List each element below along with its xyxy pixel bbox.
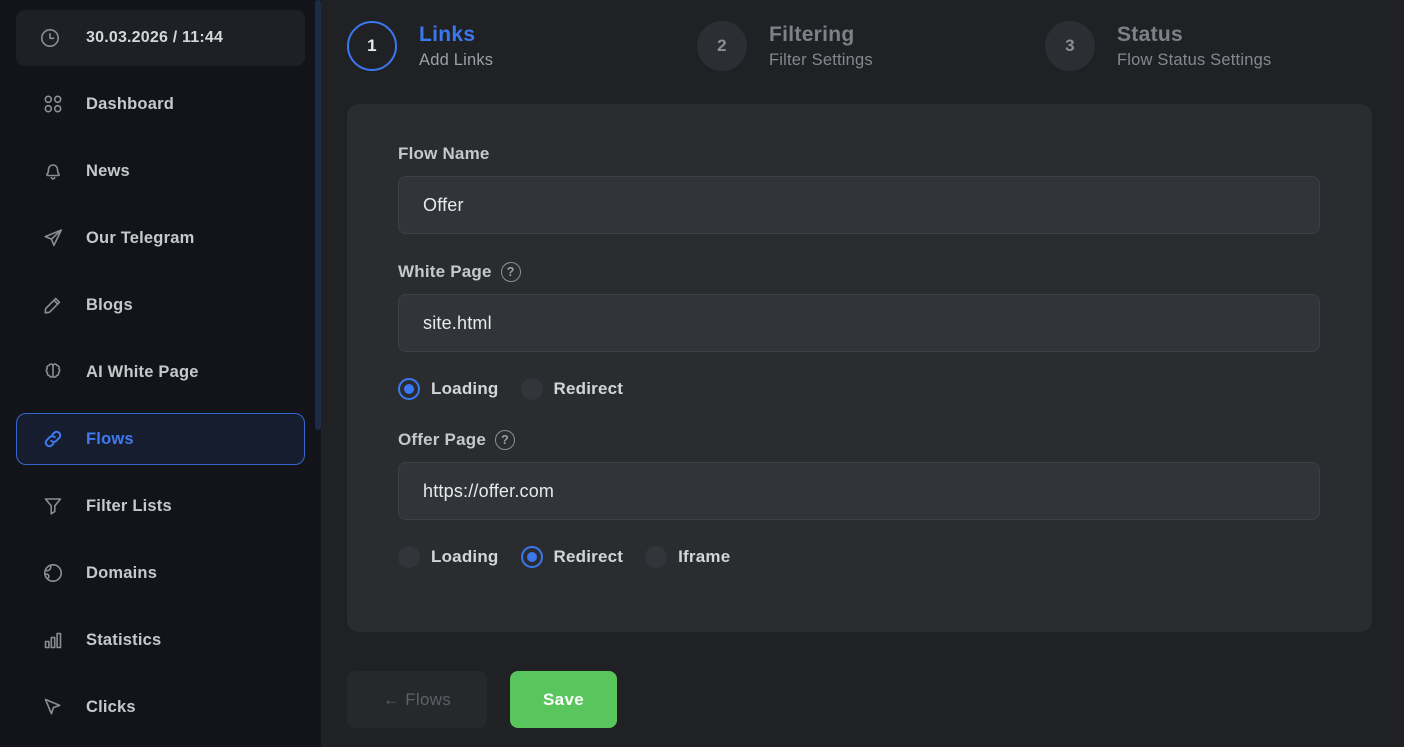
offer-page-input[interactable] bbox=[398, 462, 1320, 520]
datetime-text: 30.03.2026 / 11:44 bbox=[86, 29, 223, 47]
offer-page-mode-iframe[interactable]: Iframe bbox=[645, 546, 730, 568]
offer-page-label: Offer Page ? bbox=[398, 430, 1320, 450]
radio-unselected[interactable] bbox=[645, 546, 667, 568]
datetime-display: 30.03.2026 / 11:44 bbox=[16, 10, 305, 66]
funnel-icon bbox=[41, 494, 65, 518]
radio-selected[interactable] bbox=[521, 546, 543, 568]
sidebar-item-clicks[interactable]: Clicks bbox=[16, 681, 305, 733]
sidebar-item-ai-white-page[interactable]: AI White Page bbox=[16, 346, 305, 398]
step-number: 1 bbox=[347, 21, 397, 71]
white-page-mode-group: Loading Redirect bbox=[398, 378, 1320, 400]
help-icon[interactable]: ? bbox=[501, 262, 521, 282]
cursor-icon bbox=[41, 695, 65, 719]
sidebar-item-label: AI White Page bbox=[86, 363, 199, 382]
white-page-input[interactable] bbox=[398, 294, 1320, 352]
step-subtitle: Filter Settings bbox=[769, 48, 873, 72]
globe-icon bbox=[41, 561, 65, 585]
form-footer: ← Flows Save bbox=[347, 671, 1404, 728]
link-icon bbox=[41, 427, 65, 451]
white-page-mode-redirect[interactable]: Redirect bbox=[521, 378, 624, 400]
step-links[interactable]: 1 Links Add Links bbox=[347, 21, 493, 72]
sidebar-item-our-telegram[interactable]: Our Telegram bbox=[16, 212, 305, 264]
back-to-flows-button[interactable]: ← Flows bbox=[347, 671, 487, 728]
sidebar-item-label: News bbox=[86, 162, 130, 181]
radio-label: Redirect bbox=[554, 547, 624, 567]
sidebar-item-label: Filter Lists bbox=[86, 497, 172, 516]
step-subtitle: Flow Status Settings bbox=[1117, 48, 1271, 72]
white-page-mode-loading[interactable]: Loading bbox=[398, 378, 499, 400]
sidebar-item-domains[interactable]: Domains bbox=[16, 547, 305, 599]
sidebar-item-label: Flows bbox=[86, 430, 134, 449]
brain-icon bbox=[41, 360, 65, 384]
step-subtitle: Add Links bbox=[419, 48, 493, 72]
sidebar-item-label: Statistics bbox=[86, 631, 161, 650]
radio-label: Redirect bbox=[554, 379, 624, 399]
radio-label: Loading bbox=[431, 547, 499, 567]
main-content: 1 Links Add Links 2 Filtering Filter Set… bbox=[321, 0, 1404, 747]
flow-name-label: Flow Name bbox=[398, 144, 1320, 164]
sidebar-item-statistics[interactable]: Statistics bbox=[16, 614, 305, 666]
sidebar-item-dashboard[interactable]: Dashboard bbox=[16, 78, 305, 130]
offer-page-mode-group: Loading Redirect Iframe bbox=[398, 546, 1320, 568]
sidebar-item-label: Dashboard bbox=[86, 95, 174, 114]
flow-name-input[interactable] bbox=[398, 176, 1320, 234]
help-icon[interactable]: ? bbox=[495, 430, 515, 450]
radio-label: Iframe bbox=[678, 547, 730, 567]
step-number: 2 bbox=[697, 21, 747, 71]
step-filtering[interactable]: 2 Filtering Filter Settings bbox=[697, 21, 873, 72]
white-page-label: White Page ? bbox=[398, 262, 1320, 282]
sidebar-item-flows[interactable]: Flows bbox=[16, 413, 305, 465]
sidebar-item-label: Our Telegram bbox=[86, 229, 194, 248]
radio-unselected[interactable] bbox=[521, 378, 543, 400]
sidebar: 30.03.2026 / 11:44 Dashboard News Our Te… bbox=[0, 0, 321, 747]
sidebar-item-label: Domains bbox=[86, 564, 157, 583]
clock-icon bbox=[38, 26, 62, 50]
step-status[interactable]: 3 Status Flow Status Settings bbox=[1045, 21, 1271, 72]
sidebar-item-label: Clicks bbox=[86, 698, 136, 717]
step-number: 3 bbox=[1045, 21, 1095, 71]
radio-selected[interactable] bbox=[398, 378, 420, 400]
offer-page-mode-redirect[interactable]: Redirect bbox=[521, 546, 624, 568]
sidebar-item-label: Blogs bbox=[86, 296, 133, 315]
sidebar-item-news[interactable]: News bbox=[16, 145, 305, 197]
dashboard-icon bbox=[41, 92, 65, 116]
save-button[interactable]: Save bbox=[510, 671, 617, 728]
wizard-stepper: 1 Links Add Links 2 Filtering Filter Set… bbox=[321, 0, 1404, 104]
radio-unselected[interactable] bbox=[398, 546, 420, 568]
chart-icon bbox=[41, 628, 65, 652]
bell-icon bbox=[41, 159, 65, 183]
sidebar-item-blogs[interactable]: Blogs bbox=[16, 279, 305, 331]
label-text: White Page bbox=[398, 262, 492, 282]
label-text: Offer Page bbox=[398, 430, 486, 450]
telegram-icon bbox=[41, 226, 65, 250]
flow-form-card: Flow Name White Page ? Loading Redirect … bbox=[347, 104, 1372, 632]
step-title: Status bbox=[1117, 21, 1271, 48]
offer-page-mode-loading[interactable]: Loading bbox=[398, 546, 499, 568]
step-title: Filtering bbox=[769, 21, 873, 48]
radio-label: Loading bbox=[431, 379, 499, 399]
label-text: Flow Name bbox=[398, 144, 490, 164]
sidebar-item-filter-lists[interactable]: Filter Lists bbox=[16, 480, 305, 532]
pen-icon bbox=[41, 293, 65, 317]
sidebar-nav: Dashboard News Our Telegram Blogs bbox=[0, 66, 321, 745]
step-title: Links bbox=[419, 21, 493, 48]
